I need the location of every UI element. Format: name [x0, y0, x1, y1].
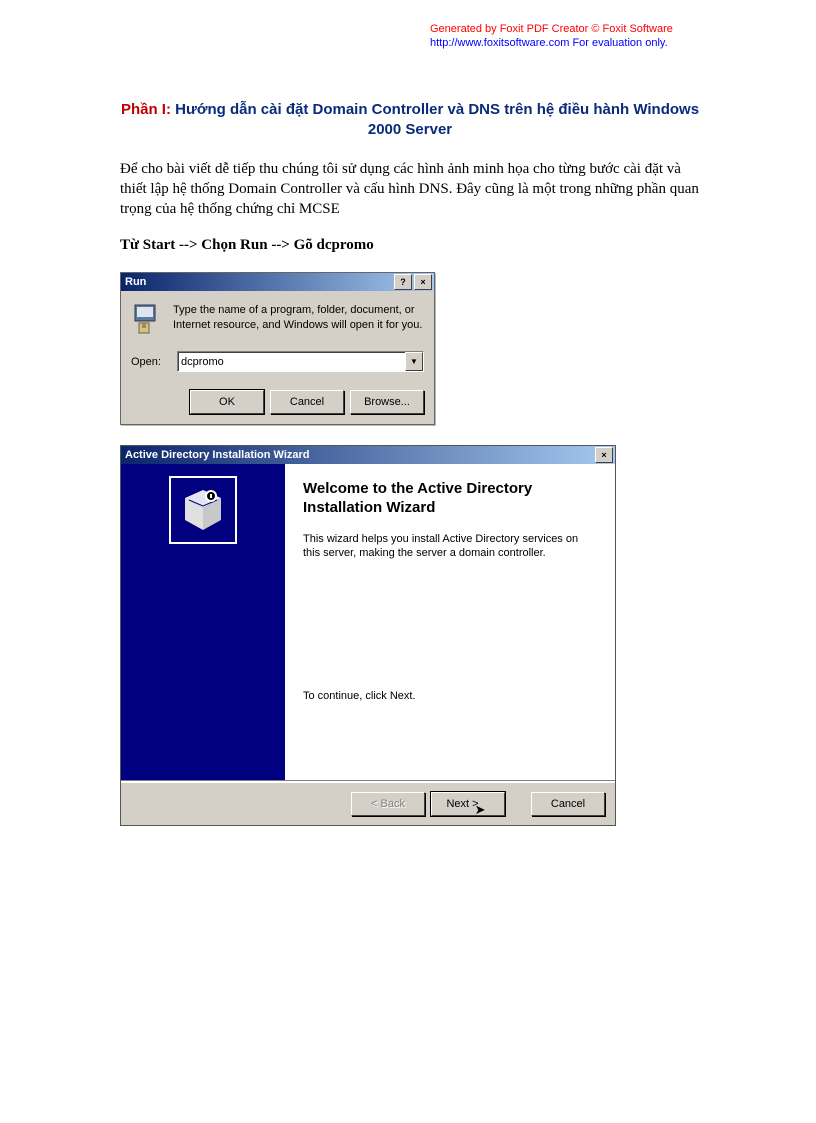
- next-button[interactable]: Next >➤: [431, 792, 505, 816]
- wizard-description: This wizard helps you install Active Dir…: [303, 532, 597, 561]
- run-description: Type the name of a program, folder, docu…: [173, 303, 424, 332]
- open-dropdown-button[interactable]: ▼: [405, 352, 423, 371]
- run-title-text: Run: [125, 276, 146, 288]
- pdf-header-eval: For evaluation only.: [569, 37, 667, 49]
- wizard-book-icon: [169, 476, 237, 544]
- pdf-header-url: http://www.foxitsoftware.com: [430, 37, 569, 49]
- cancel-button[interactable]: Cancel: [270, 390, 344, 414]
- pdf-header-line2: http://www.foxitsoftware.com For evaluat…: [430, 36, 673, 50]
- wizard-title-text: Active Directory Installation Wizard: [125, 449, 310, 461]
- wizard-footer: < Back Next >➤ Cancel: [121, 783, 615, 825]
- pdf-header: Generated by Foxit PDF Creator © Foxit S…: [430, 22, 673, 51]
- run-body: Type the name of a program, folder, docu…: [121, 291, 434, 424]
- browse-button[interactable]: Browse...: [350, 390, 424, 414]
- chevron-down-icon: ▼: [410, 357, 418, 366]
- help-button[interactable]: ?: [394, 274, 412, 290]
- back-button: < Back: [351, 792, 425, 816]
- wizard-titlebar: Active Directory Installation Wizard ×: [121, 446, 615, 464]
- cursor-icon: ➤: [475, 802, 486, 818]
- run-app-icon: [131, 303, 163, 335]
- document-title: Phần I: Hướng dẫn cài đặt Domain Control…: [120, 100, 700, 141]
- title-part-label: Phần I:: [121, 101, 171, 118]
- pdf-header-line1: Generated by Foxit PDF Creator © Foxit S…: [430, 22, 673, 36]
- wizard-heading: Welcome to the Active Directory Installa…: [303, 480, 597, 518]
- run-titlebar: Run ? ×: [121, 273, 434, 291]
- wizard-main-panel: Welcome to the Active Directory Installa…: [285, 464, 615, 780]
- wizard-continue-text: To continue, click Next.: [303, 690, 597, 702]
- intro-paragraph: Để cho bài viết dễ tiếp thu chúng tôi sử…: [120, 159, 700, 220]
- open-input[interactable]: [178, 352, 405, 371]
- document-content: Phần I: Hướng dẫn cài đặt Domain Control…: [120, 100, 700, 826]
- run-dialog: Run ? × Type the name of a program, fold…: [120, 272, 435, 425]
- close-button[interactable]: ×: [414, 274, 432, 290]
- wizard-side-panel: [121, 464, 285, 780]
- step-instruction: Từ Start --> Chọn Run --> Gõ dcpromo: [120, 237, 700, 254]
- open-label: Open:: [131, 356, 177, 368]
- ok-button[interactable]: OK: [190, 390, 264, 414]
- open-combobox[interactable]: ▼: [177, 351, 424, 372]
- wizard-cancel-button[interactable]: Cancel: [531, 792, 605, 816]
- ad-wizard-dialog: Active Directory Installation Wizard ×: [120, 445, 616, 826]
- title-rest: Hướng dẫn cài đặt Domain Controller và D…: [171, 101, 699, 138]
- wizard-close-button[interactable]: ×: [595, 447, 613, 463]
